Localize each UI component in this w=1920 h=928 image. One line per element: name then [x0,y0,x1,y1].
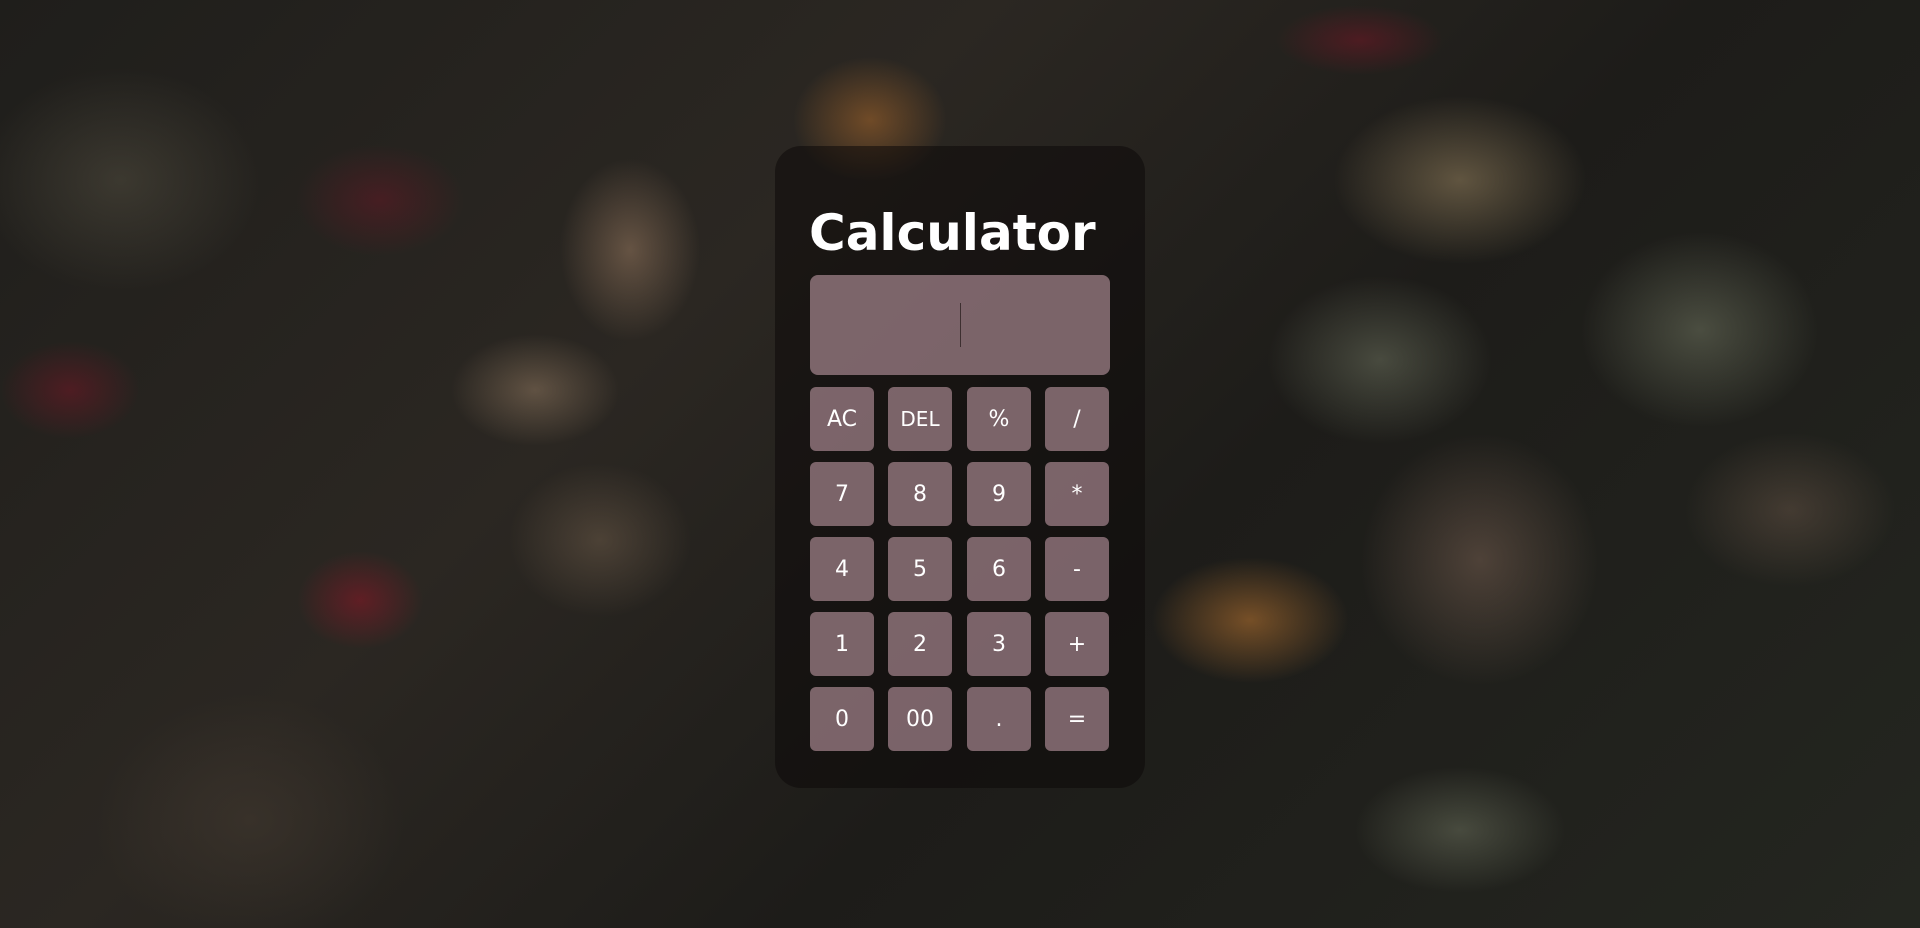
digit-2-button[interactable]: 2 [888,612,952,676]
subtract-button[interactable]: - [1045,537,1109,601]
delete-button[interactable]: DEL [888,387,952,451]
digit-1-button[interactable]: 1 [810,612,874,676]
digit-7-button[interactable]: 7 [810,462,874,526]
double-zero-button[interactable]: 00 [888,687,952,751]
digit-4-button[interactable]: 4 [810,537,874,601]
digit-8-button[interactable]: 8 [888,462,952,526]
percent-button[interactable]: % [967,387,1031,451]
decimal-point-button[interactable]: . [967,687,1031,751]
clear-all-button[interactable]: AC [810,387,874,451]
add-button[interactable]: + [1045,612,1109,676]
divide-button[interactable]: / [1045,387,1109,451]
digit-0-button[interactable]: 0 [810,687,874,751]
calculator-title: Calculator [809,204,1096,262]
multiply-button[interactable]: * [1045,462,1109,526]
digit-5-button[interactable]: 5 [888,537,952,601]
calculator-display[interactable] [810,275,1110,375]
digit-9-button[interactable]: 9 [967,462,1031,526]
equals-button[interactable]: = [1045,687,1109,751]
digit-3-button[interactable]: 3 [967,612,1031,676]
digit-6-button[interactable]: 6 [967,537,1031,601]
text-cursor [960,303,961,347]
